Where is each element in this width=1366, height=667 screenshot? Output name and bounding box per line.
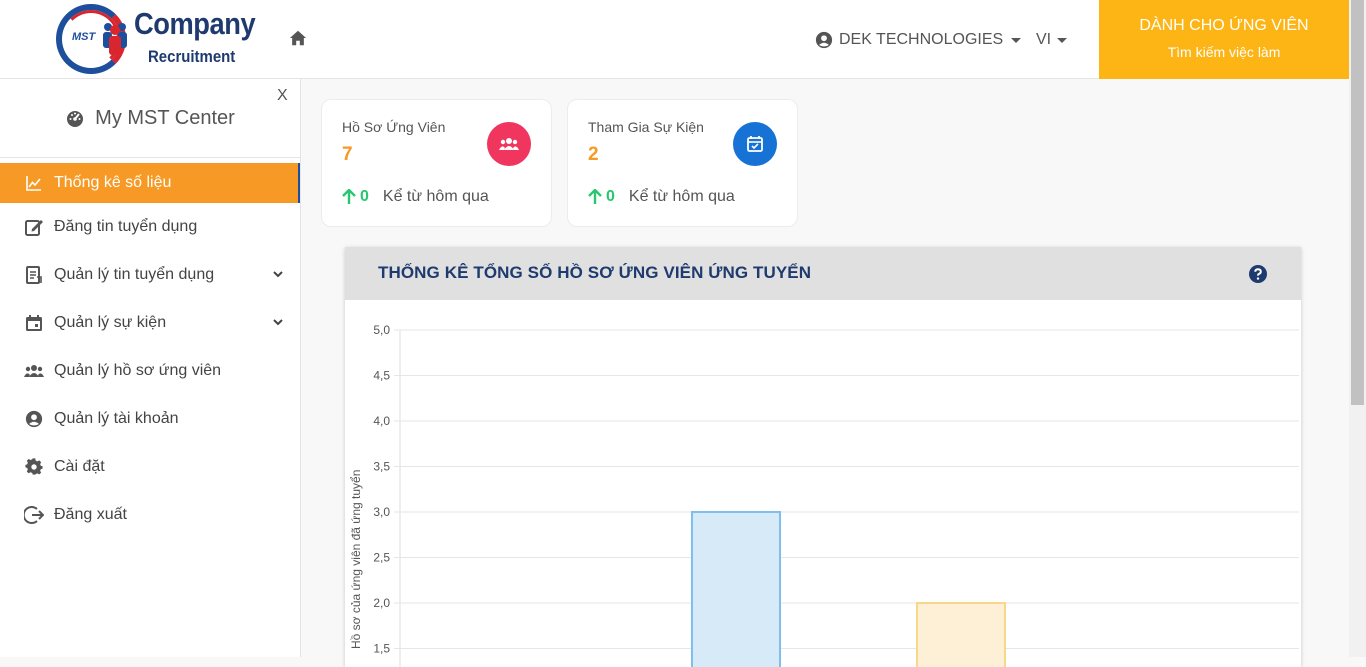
scrollbar-thumb[interactable]	[1351, 0, 1364, 405]
users-icon	[487, 122, 531, 166]
users-icon	[24, 361, 44, 381]
sidebar-item-label: Quản lý tin tuyển dụng	[54, 266, 215, 283]
calendar-check-icon	[733, 122, 777, 166]
panel-header: THỐNG KÊ TỔNG SỐ HỒ SƠ ỨNG VIÊN ỨNG TUYỂ…	[345, 247, 1301, 300]
arrow-up-icon	[342, 189, 356, 204]
user-circle-icon	[24, 409, 44, 429]
sidebar-item-manage-candidates[interactable]: Quản lý hồ sơ ứng viên	[0, 347, 300, 395]
y-tick-label: 4,5	[373, 369, 390, 383]
candidate-profiles-card: Hồ Sơ Ứng Viên 7 0 Kể từ hôm qua	[321, 99, 552, 227]
company-name: DEK TECHNOLOGIES	[839, 31, 1004, 48]
sidebar-item-post-job[interactable]: Đăng tin tuyển dụng	[0, 203, 300, 251]
for-candidates-button[interactable]: DÀNH CHO ỨNG VIÊN Tìm kiếm việc làm	[1099, 0, 1349, 79]
sidebar-item-manage-account[interactable]: Quản lý tài khoản	[0, 395, 300, 443]
sidebar-item-label: Đăng xuất	[54, 506, 127, 523]
bar-1[interactable]	[691, 511, 781, 667]
calendar-icon	[24, 313, 44, 333]
logo-company-text: Company	[134, 6, 256, 41]
sidebar: My MST Center X Thống kê số liệu Đăng ti…	[0, 79, 301, 657]
y-tick-label: 2,5	[373, 551, 390, 565]
y-tick-label: 5,0	[373, 323, 390, 337]
card-label: Hồ Sơ Ứng Viên	[342, 119, 446, 135]
company-dropdown[interactable]: DEK TECHNOLOGIES	[815, 30, 1022, 50]
sidebar-item-label: Cài đặt	[54, 458, 105, 475]
logo-recruitment-text: Recruitment	[148, 47, 236, 66]
sidebar-item-manage-events[interactable]: Quản lý sự kiện	[0, 299, 300, 347]
sidebar-item-statistics[interactable]: Thống kê số liệu	[0, 163, 300, 203]
page-scrollbar[interactable]	[1349, 0, 1366, 657]
sidebar-item-label: Quản lý sự kiện	[54, 314, 167, 331]
chevron-down-icon	[273, 271, 283, 278]
edit-icon	[24, 217, 44, 237]
bar-2[interactable]	[916, 602, 1006, 667]
company-logo[interactable]: MST Company Recruitment	[56, 4, 256, 74]
card-delta-value: 0	[360, 188, 369, 205]
sidebar-header: My MST Center	[0, 79, 300, 158]
top-header: MST Company Recruitment DEK TECHNOLOGIES…	[0, 0, 1349, 79]
card-since-text: Kể từ hôm qua	[628, 188, 735, 205]
sidebar-title: My MST Center	[95, 106, 235, 129]
y-tick-label: 3,5	[373, 460, 390, 474]
card-delta: 0	[588, 188, 615, 206]
panel-title: THỐNG KÊ TỔNG SỐ HỒ SƠ ỨNG VIÊN ỨNG TUYỂ…	[378, 263, 812, 282]
y-tick-label: 2,0	[373, 596, 390, 610]
y-axis-label: Hồ sơ của ứng viên đã ứng tuyển	[349, 470, 363, 649]
sidebar-item-settings[interactable]: Cài đặt	[0, 443, 300, 491]
chevron-down-icon	[1011, 37, 1022, 43]
arrow-up-icon	[588, 189, 602, 204]
help-icon[interactable]	[1249, 265, 1267, 283]
logo-people-icon	[103, 23, 127, 55]
line-chart-icon	[24, 173, 44, 193]
card-footer: 0 Kể từ hôm qua	[588, 188, 735, 206]
card-label: Tham Gia Sự Kiện	[588, 119, 704, 135]
card-value: 7	[342, 144, 353, 165]
document-list-icon	[24, 265, 44, 285]
chevron-down-icon	[273, 319, 283, 326]
card-since-text: Kể từ hôm qua	[382, 188, 489, 205]
sidebar-item-label: Thống kê số liệu	[54, 174, 172, 191]
sidebar-item-label: Đăng tin tuyển dụng	[54, 218, 198, 235]
user-circle-icon	[815, 31, 833, 49]
sidebar-menu: Thống kê số liệu Đăng tin tuyển dụng Quả…	[0, 163, 300, 539]
card-value: 2	[588, 144, 599, 165]
for-candidates-subtitle: Tìm kiếm việc làm	[1167, 44, 1281, 60]
event-participation-card: Tham Gia Sự Kiện 2 0 Kể từ hôm qua	[567, 99, 798, 227]
language-dropdown[interactable]: VI	[1036, 30, 1068, 50]
home-icon[interactable]	[289, 29, 307, 47]
sidebar-item-logout[interactable]: Đăng xuất	[0, 491, 300, 539]
y-tick-label: 3,0	[373, 505, 390, 519]
logout-icon	[24, 505, 44, 525]
applications-bar-chart: Hồ sơ của ứng viên đã ứng tuyển 5,0 4,5 4,…	[349, 323, 1299, 667]
sidebar-item-label: Quản lý tài khoản	[54, 410, 179, 427]
for-candidates-title: DÀNH CHO ỨNG VIÊN	[1139, 17, 1309, 34]
dashboard-gauge-icon	[67, 111, 84, 127]
y-tick-label: 4,0	[373, 414, 390, 428]
application-stats-panel: THỐNG KÊ TỔNG SỐ HỒ SƠ ỨNG VIÊN ỨNG TUYỂ…	[345, 247, 1301, 667]
gear-icon	[24, 457, 44, 477]
sidebar-close-button[interactable]: X	[277, 87, 288, 105]
card-delta-value: 0	[606, 188, 615, 205]
sidebar-item-manage-jobs[interactable]: Quản lý tin tuyển dụng	[0, 251, 300, 299]
sidebar-item-label: Quản lý hồ sơ ứng viên	[54, 362, 222, 379]
card-footer: 0 Kể từ hôm qua	[342, 188, 489, 206]
language-label: VI	[1036, 31, 1052, 48]
chevron-down-icon	[1057, 37, 1068, 43]
logo-mst-text: MST	[72, 31, 96, 43]
y-tick-label: 1,5	[373, 642, 390, 656]
card-delta: 0	[342, 188, 369, 206]
